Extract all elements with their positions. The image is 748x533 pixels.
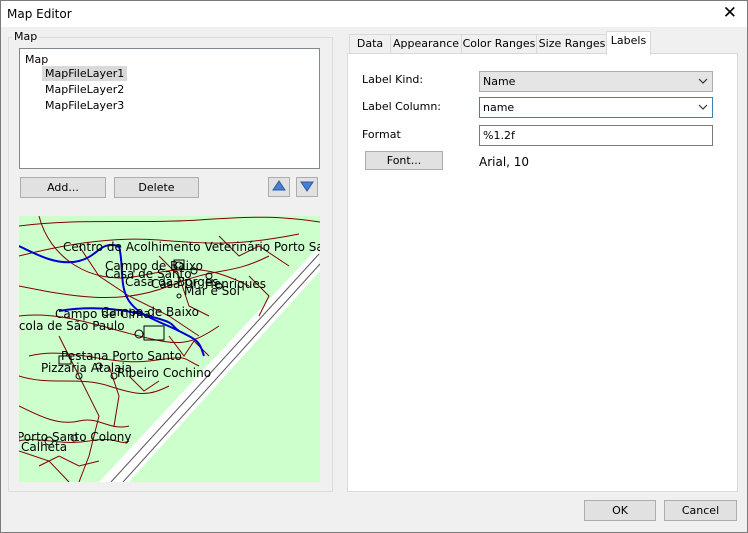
delete-button[interactable]: Delete (114, 177, 199, 198)
font-value: Arial, 10 (479, 155, 530, 169)
tree-item-layer2[interactable]: MapFileLayer2 (42, 82, 127, 97)
label-column-value: name (483, 101, 515, 114)
map-preview[interactable]: Centro de Acolhimento Veterinário Porto … (19, 216, 320, 482)
map-label: Ribeiro Cochino (117, 366, 212, 380)
tab-appearance[interactable]: Appearance (390, 34, 462, 54)
map-label: Centro de Acolhimento Veterinário Porto … (63, 240, 320, 254)
move-up-button[interactable] (268, 177, 290, 197)
move-down-icon (300, 181, 314, 192)
tree-item-layer1[interactable]: MapFileLayer1 (42, 66, 128, 81)
map-group-label: Map (12, 30, 40, 43)
label-kind-select[interactable]: Name (479, 71, 713, 92)
move-down-button[interactable] (296, 177, 318, 197)
tab-data[interactable]: Data (349, 34, 391, 54)
tab-labels[interactable]: Labels (606, 31, 651, 55)
label-kind-label: Label Kind: (362, 73, 424, 86)
tree-item-layer3[interactable]: MapFileLayer3 (42, 98, 127, 113)
ok-button[interactable]: OK (584, 500, 656, 521)
close-icon[interactable]: ✕ (723, 4, 737, 22)
label-column-label: Label Column: (362, 100, 442, 113)
title-bar: Map Editor ✕ (1, 1, 747, 27)
add-button[interactable]: Add... (20, 177, 106, 198)
move-up-icon (272, 180, 286, 191)
labels-tab-panel (347, 53, 738, 492)
tab-size-ranges[interactable]: Size Ranges (536, 34, 608, 54)
format-value: %1.2f (483, 129, 515, 142)
layer-tree[interactable]: Map MapFileLayer1 MapFileLayer2 MapFileL… (19, 48, 320, 169)
label-kind-value: Name (483, 75, 516, 88)
tab-color-ranges[interactable]: Color Ranges (461, 34, 537, 54)
map-label: Calheta (21, 440, 68, 454)
cancel-button[interactable]: Cancel (664, 500, 737, 521)
window-title: Map Editor (7, 7, 72, 21)
map-label: Escola de São Paulo (19, 319, 125, 333)
font-button[interactable]: Font... (365, 151, 443, 170)
chevron-down-icon (698, 104, 708, 110)
format-label: Format (362, 128, 401, 141)
format-input[interactable]: %1.2f (479, 125, 713, 146)
chevron-down-icon (698, 78, 708, 84)
label-column-select[interactable]: name (479, 97, 713, 118)
map-label: Mar e Sol (184, 284, 240, 298)
tree-root-map[interactable]: Map (25, 53, 48, 66)
